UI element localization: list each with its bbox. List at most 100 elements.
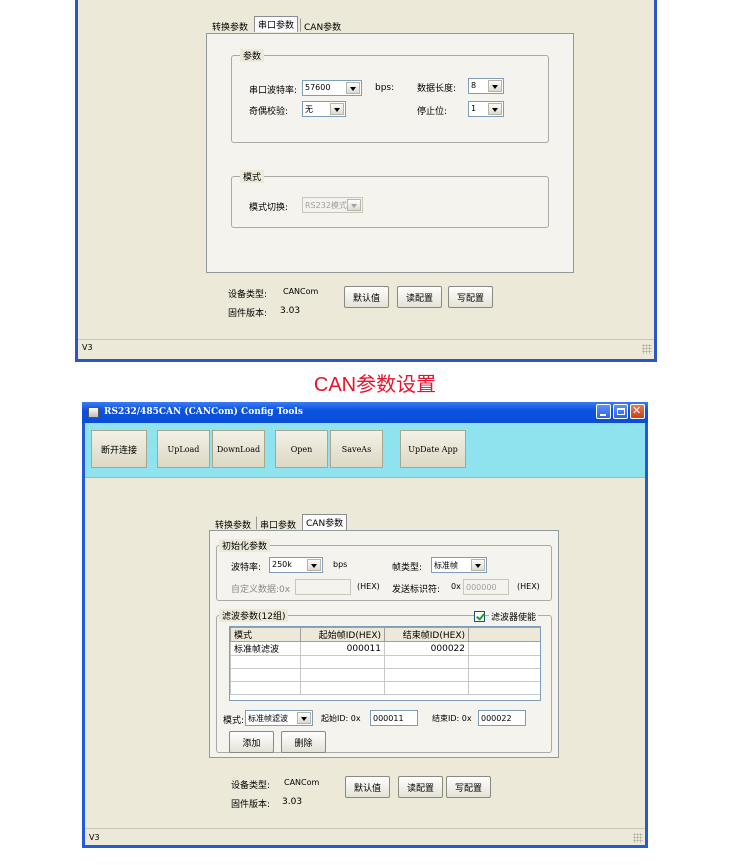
stop-bits-label: 停止位: (417, 107, 448, 117)
filter-mode-label: 模式: (223, 716, 245, 726)
status-bar: V3 (78, 339, 654, 356)
add-filter-button[interactable]: 添加 (229, 731, 274, 753)
init-group-title: 初始化参数 (219, 539, 271, 552)
params-group: 参数 串口波特率: 57600 bps: 数据长度: 8 奇偶校验: 无 停止位… (231, 49, 549, 143)
stop-bits-select[interactable]: 1 (468, 101, 504, 117)
baud-unit: bps: (375, 83, 395, 93)
init-params-group: 初始化参数 波特率: 250k bps 帧类型: 标准帧 自定义数据:0x (H… (216, 539, 552, 601)
chevron-down-icon (346, 82, 360, 94)
frame-type-label: 帧类型: (392, 563, 423, 573)
update-app-button[interactable]: UpDate App (400, 430, 466, 468)
tab-serial-params[interactable]: 串口参数 (254, 16, 299, 32)
send-id-label: 发送标识符: (392, 585, 441, 595)
firmware-label: 固件版本: (231, 800, 271, 810)
parity-select[interactable]: 无 (302, 101, 346, 117)
write-config-button[interactable]: 写配置 (446, 776, 491, 798)
table-row[interactable] (230, 681, 540, 695)
column-header-mode[interactable]: 模式 (230, 627, 301, 642)
chevron-down-icon (297, 712, 311, 724)
filter-grid: 模式 起始帧ID(HEX) 结束帧ID(HEX) 标准帧滤波 000011 00… (230, 627, 540, 695)
column-header-empty (468, 627, 540, 642)
chevron-down-icon (488, 80, 502, 92)
device-type-label: 设备类型: (231, 781, 271, 791)
device-type-value: CANCom (283, 287, 319, 296)
filter-mode-select[interactable]: 标准帧滤波 (245, 710, 313, 726)
read-config-button[interactable]: 读配置 (397, 286, 442, 308)
toolbar: 断开连接 UpLoad DownLoad Open SaveAs UpDate … (85, 423, 645, 478)
default-button[interactable]: 默认值 (344, 286, 389, 308)
minimize-icon (600, 414, 606, 416)
serial-tab-panel: 参数 串口波特率: 57600 bps: 数据长度: 8 奇偶校验: 无 停止位… (206, 33, 574, 273)
filter-table[interactable]: 模式 起始帧ID(HEX) 结束帧ID(HEX) 标准帧滤波 000011 00… (229, 626, 541, 701)
table-row[interactable] (230, 655, 540, 669)
open-button[interactable]: Open (275, 430, 328, 468)
filter-enable-checkbox[interactable] (474, 611, 485, 622)
default-button[interactable]: 默认值 (345, 776, 390, 798)
start-id-input[interactable]: 000011 (370, 710, 418, 726)
status-bar: V3 (85, 828, 645, 845)
read-config-button[interactable]: 读配置 (398, 776, 443, 798)
mode-switch-select[interactable]: RS232模式 (302, 197, 363, 213)
device-type-value: CANCom (284, 778, 320, 787)
firmware-value: 3.03 (282, 797, 303, 807)
maximize-icon (617, 408, 625, 415)
column-header-end-id[interactable]: 结束帧ID(HEX) (384, 627, 469, 642)
tab-can-params[interactable]: CAN参数 (302, 514, 348, 530)
mode-switch-label: 模式切换: (249, 203, 289, 213)
write-config-button[interactable]: 写配置 (448, 286, 493, 308)
tab-serial-params[interactable]: 串口参数 (256, 516, 300, 531)
close-button[interactable]: ✕ (630, 404, 645, 419)
chevron-down-icon (330, 103, 344, 115)
delete-filter-button[interactable]: 删除 (281, 731, 326, 753)
table-row[interactable]: 标准帧滤波 000011 000022 (230, 641, 540, 656)
tab-convert-params[interactable]: 转换参数 (211, 516, 255, 531)
frame-type-select[interactable]: 标准帧 (431, 557, 487, 573)
custom-data-label: 自定义数据:0x (231, 585, 291, 595)
chevron-down-icon (347, 199, 361, 211)
table-row[interactable] (230, 668, 540, 682)
device-type-label: 设备类型: (228, 290, 268, 300)
filter-group-title: 滤波参数(12组) (219, 609, 289, 622)
firmware-value: 3.03 (280, 306, 301, 316)
end-id-input[interactable]: 000022 (478, 710, 526, 726)
download-button[interactable]: DownLoad (212, 430, 265, 468)
data-length-select[interactable]: 8 (468, 78, 504, 94)
baud-select[interactable]: 57600 (302, 80, 362, 96)
minimize-button[interactable] (596, 404, 611, 419)
params-group-title: 参数 (240, 49, 265, 62)
table-cell-end-id: 000022 (384, 641, 469, 656)
upload-button[interactable]: UpLoad (157, 430, 210, 468)
can-tab-panel: 初始化参数 波特率: 250k bps 帧类型: 标准帧 自定义数据:0x (H… (209, 530, 559, 758)
send-id-prefix: 0x (451, 582, 461, 591)
custom-data-hex: (HEX) (357, 582, 380, 591)
tab-convert-params[interactable]: 转换参数 (208, 18, 252, 33)
resize-grip-icon[interactable] (633, 833, 643, 843)
status-version: V3 (82, 343, 93, 352)
resize-grip-icon[interactable] (642, 344, 652, 354)
chevron-down-icon (471, 559, 485, 571)
end-id-label: 结束ID: 0x (432, 714, 472, 723)
table-cell-start-id: 000011 (300, 641, 385, 656)
tab-can-params[interactable]: CAN参数 (300, 18, 345, 33)
can-baud-unit: bps (333, 560, 348, 569)
can-baud-select[interactable]: 250k (269, 557, 323, 573)
column-header-start-id[interactable]: 起始帧ID(HEX) (300, 627, 385, 642)
maximize-button[interactable] (613, 404, 628, 419)
mode-group: 模式 模式切换: RS232模式 (231, 170, 549, 228)
serial-config-window: 转换参数 串口参数 CAN参数 参数 串口波特率: 57600 bps: 数据长… (75, 0, 657, 362)
data-length-label: 数据长度: (417, 84, 457, 94)
custom-data-input[interactable] (295, 579, 351, 595)
tab-strip: 转换参数 串口参数 CAN参数 (208, 16, 358, 34)
disconnect-button[interactable]: 断开连接 (91, 430, 147, 468)
close-icon: ✕ (632, 404, 642, 417)
send-id-input[interactable]: 000000 (463, 579, 509, 595)
filter-params-group: 滤波参数(12组) 滤波器使能 模式 起始帧ID(HEX) 结束帧ID(HEX) (216, 609, 552, 753)
chevron-down-icon (488, 103, 502, 115)
table-cell-empty (468, 641, 540, 656)
section-caption: CAN参数设置 (313, 374, 437, 396)
send-id-hex: (HEX) (517, 582, 540, 591)
status-version: V3 (89, 833, 100, 842)
title-bar[interactable]: RS232/485CAN (CANCom) Config Tools ✕ (82, 402, 648, 423)
mode-group-title: 模式 (240, 170, 265, 183)
saveas-button[interactable]: SaveAs (330, 430, 383, 468)
